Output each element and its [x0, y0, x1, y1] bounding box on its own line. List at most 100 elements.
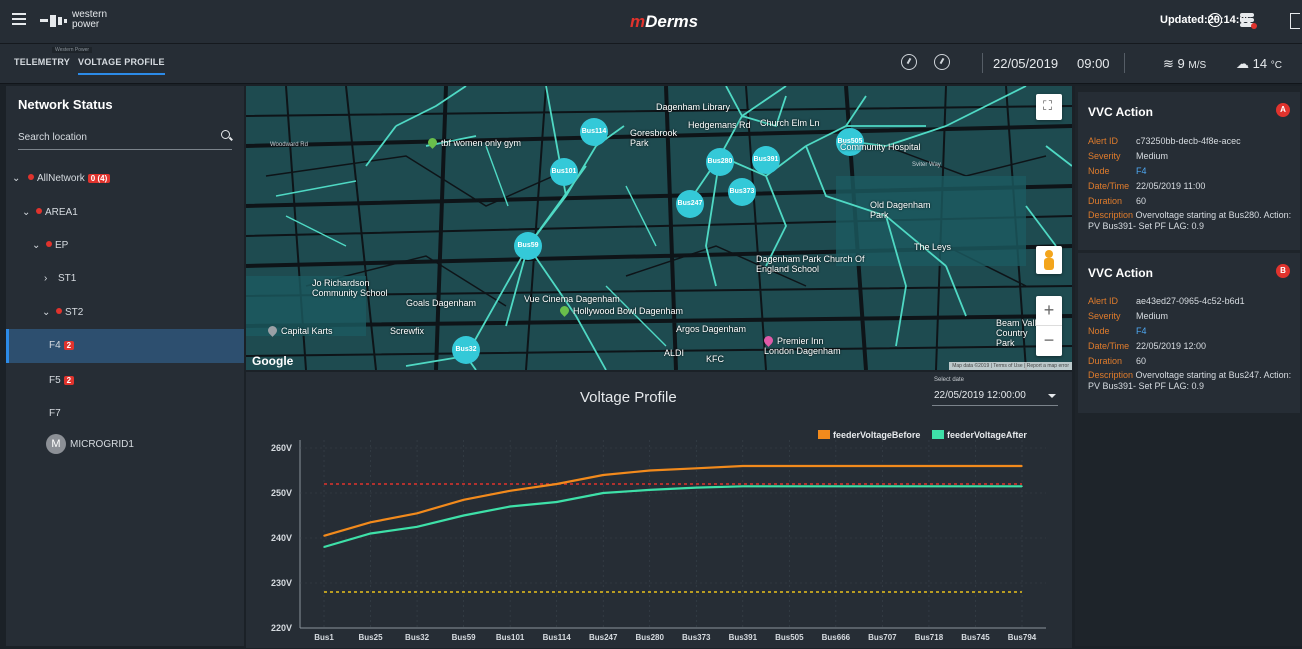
search-box: [18, 128, 232, 150]
map-place: Community Hospital: [840, 142, 921, 152]
map-place: tbf women only gym: [426, 136, 521, 149]
search-input[interactable]: [18, 132, 208, 143]
field-label: Severity: [1088, 311, 1121, 321]
datetime-row: Date/Time 22/05/2019 12:00: [1088, 341, 1206, 351]
map-place: Vue Cinema Dagenham: [524, 294, 620, 304]
tree-label: EP: [46, 240, 68, 251]
tree-item-area1[interactable]: ⌄ AREA1: [6, 198, 244, 228]
map-place: Church Elm Ln: [760, 118, 820, 128]
data-point: [509, 489, 511, 492]
wind-icon: ≋: [1163, 56, 1174, 71]
temp-unit: °C: [1270, 60, 1282, 71]
map-place: Screwfix: [390, 326, 425, 336]
data-point: [416, 512, 418, 515]
bus-marker[interactable]: Bus280: [706, 148, 734, 176]
tab-voltage-profile[interactable]: VOLTAGE PROFILE: [78, 57, 165, 75]
tree-label: F4 2: [49, 340, 75, 351]
node-row: Node F4: [1088, 326, 1147, 336]
logo-text: western power: [72, 9, 108, 30]
chevron-down-icon[interactable]: ⌄: [22, 207, 30, 218]
bus-marker[interactable]: Bus59: [514, 232, 542, 260]
fullscreen-icon[interactable]: [1036, 94, 1062, 120]
field-label: Alert ID: [1088, 136, 1119, 146]
bus-marker[interactable]: Bus32: [452, 336, 480, 364]
data-point: [742, 485, 744, 488]
alert-badge: B: [1276, 264, 1290, 278]
vvc-alert-card[interactable]: VVC Action A Alert ID c73250bb-decb-4f8e-…: [1078, 92, 1300, 250]
chevron-down-icon[interactable]: ⌄: [42, 307, 50, 318]
field-label: Date/Time: [1088, 181, 1130, 191]
map-place: Argos Dagenham: [676, 324, 747, 334]
map-place: Goals Dagenham: [406, 298, 477, 308]
x-tick-label: Bus666: [822, 633, 851, 642]
zoom-controls: + −: [1036, 296, 1062, 356]
chevron-down-icon[interactable]: ⌄: [32, 240, 40, 251]
data-point: [695, 467, 698, 470]
map-place: Capital Karts: [266, 324, 333, 337]
map-road-label: Sviter Way: [912, 162, 941, 168]
app-title-rest: Derms: [645, 12, 699, 31]
bus-marker[interactable]: Bus247: [676, 190, 704, 218]
bus-marker[interactable]: Bus373: [728, 178, 756, 206]
y-tick-label: 260V: [271, 443, 292, 453]
place-name: Premier Inn London Dagenham: [764, 336, 841, 356]
zoom-out-button[interactable]: −: [1036, 326, 1062, 356]
wind-unit: M/S: [1188, 60, 1207, 71]
add-circle-icon[interactable]: +: [1208, 13, 1222, 27]
network-map[interactable]: Bus114 Bus101 Bus280 Bus391 Bus505 Bus24…: [246, 86, 1072, 370]
data-point: [555, 483, 558, 485]
speedometer-icon[interactable]: [934, 54, 950, 70]
place-name: Hollywood Bowl Dagenham: [573, 306, 684, 316]
duration-row: Duration 60: [1088, 356, 1146, 366]
duration-row: Duration 60: [1088, 196, 1146, 206]
chevron-down-icon[interactable]: ⌄: [12, 173, 20, 184]
zoom-in-button[interactable]: +: [1036, 296, 1062, 326]
street-view-icon[interactable]: [1036, 246, 1062, 274]
alert-badge: 2: [63, 376, 75, 385]
description-row: Description Overvoltage starting at Bus2…: [1088, 370, 1293, 392]
severity-row: Severity Medium: [1088, 311, 1168, 321]
gauge-icon[interactable]: [901, 54, 917, 70]
map-place: Dagenham Park Church Of England School: [756, 254, 865, 274]
x-tick-label: Bus32: [405, 633, 430, 642]
tree-item-f5[interactable]: F5 2: [6, 366, 244, 396]
map-place: ALDI: [664, 348, 685, 358]
chevron-right-icon[interactable]: ›: [44, 273, 47, 284]
place-pin-icon: [762, 334, 775, 347]
tree-item-f4[interactable]: F4 2: [6, 329, 244, 363]
date-select[interactable]: 22/05/2019 12:00:00: [932, 388, 1058, 406]
bus-marker[interactable]: Bus391: [752, 146, 780, 174]
search-icon[interactable]: [221, 130, 230, 139]
bus-marker[interactable]: Bus101: [550, 158, 578, 186]
menu-icon[interactable]: [12, 13, 26, 27]
legend-item-after[interactable]: feederVoltageAfter: [932, 430, 1027, 440]
tree-item-f7[interactable]: F7: [6, 399, 244, 429]
map-attribution[interactable]: Map data ©2019 | Terms of Use | Report a…: [949, 362, 1072, 370]
legend-item-before[interactable]: feederVoltageBefore: [818, 430, 920, 440]
data-point: [462, 514, 465, 517]
data-point: [835, 485, 837, 488]
tree-item-st1[interactable]: › ST1: [6, 264, 244, 294]
y-tick-label: 240V: [271, 533, 292, 543]
tree-item-ep[interactable]: ⌄ EP: [6, 231, 244, 261]
alerts-panel: VVC Action A Alert ID c73250bb-decb-4f8e-…: [1075, 86, 1302, 646]
field-value: F4: [1136, 166, 1147, 176]
map-place: Hollywood Bowl Dagenham: [558, 304, 684, 317]
field-value: 60: [1136, 356, 1147, 366]
vvc-alert-card[interactable]: VVC Action B Alert ID ae43ed27-0965-4c52-…: [1078, 253, 1300, 413]
tree-item-microgrid1[interactable]: M MICROGRID1: [6, 430, 244, 460]
tree-item-st2[interactable]: ⌄ ST2: [6, 298, 244, 328]
place-pin-icon: [266, 324, 279, 337]
tree-item-label: EP: [55, 240, 69, 251]
document-icon[interactable]: [1290, 13, 1300, 29]
tab-telemetry[interactable]: TELEMETRY: [14, 57, 70, 67]
top-bar: western power mDerms Updated:20:14:06 +: [0, 0, 1302, 44]
wind-value: 9: [1177, 56, 1185, 71]
alert-badge: 2: [63, 341, 75, 350]
weather-icon: ☁: [1236, 56, 1249, 71]
map-place: Dagenham Library: [656, 102, 731, 112]
bus-marker[interactable]: Bus114: [580, 118, 608, 146]
database-alert-icon[interactable]: [1240, 13, 1257, 29]
voltage-chart: 220V 230V 240V 250V 260V Bus1 Bus25 Bus32 Bus59 B…: [271, 440, 1046, 642]
tree-item-allnetwork[interactable]: ⌄ AllNetwork 0 (4): [6, 164, 244, 194]
